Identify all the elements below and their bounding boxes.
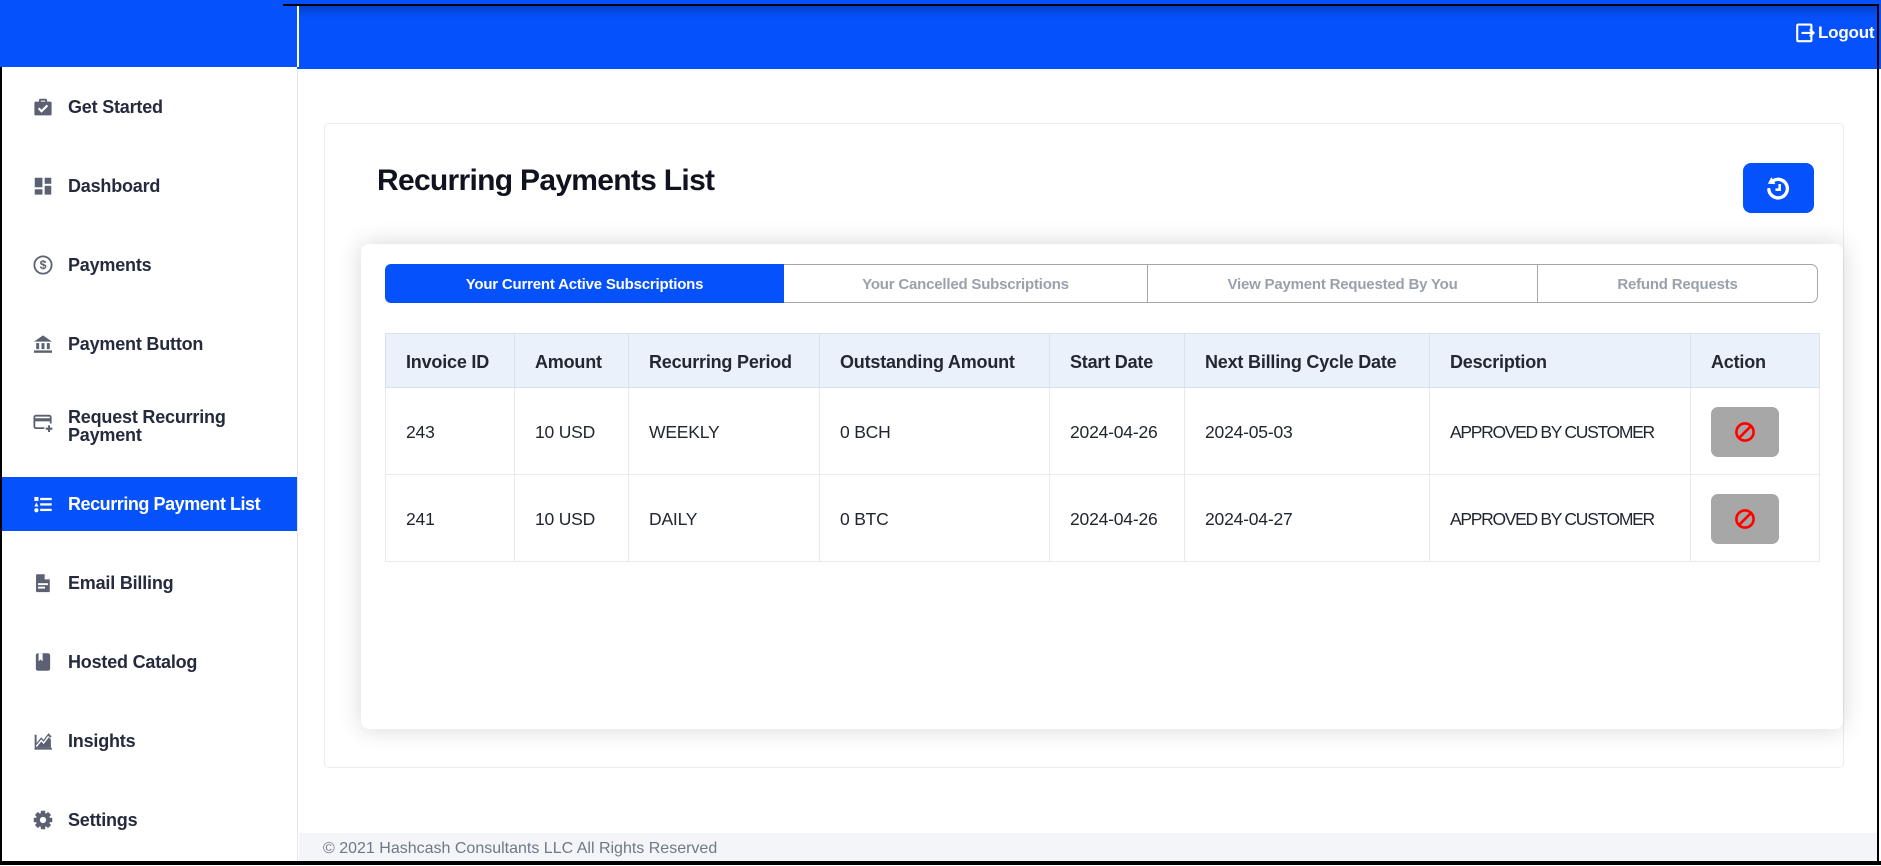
svg-text:$: $ — [40, 258, 47, 272]
